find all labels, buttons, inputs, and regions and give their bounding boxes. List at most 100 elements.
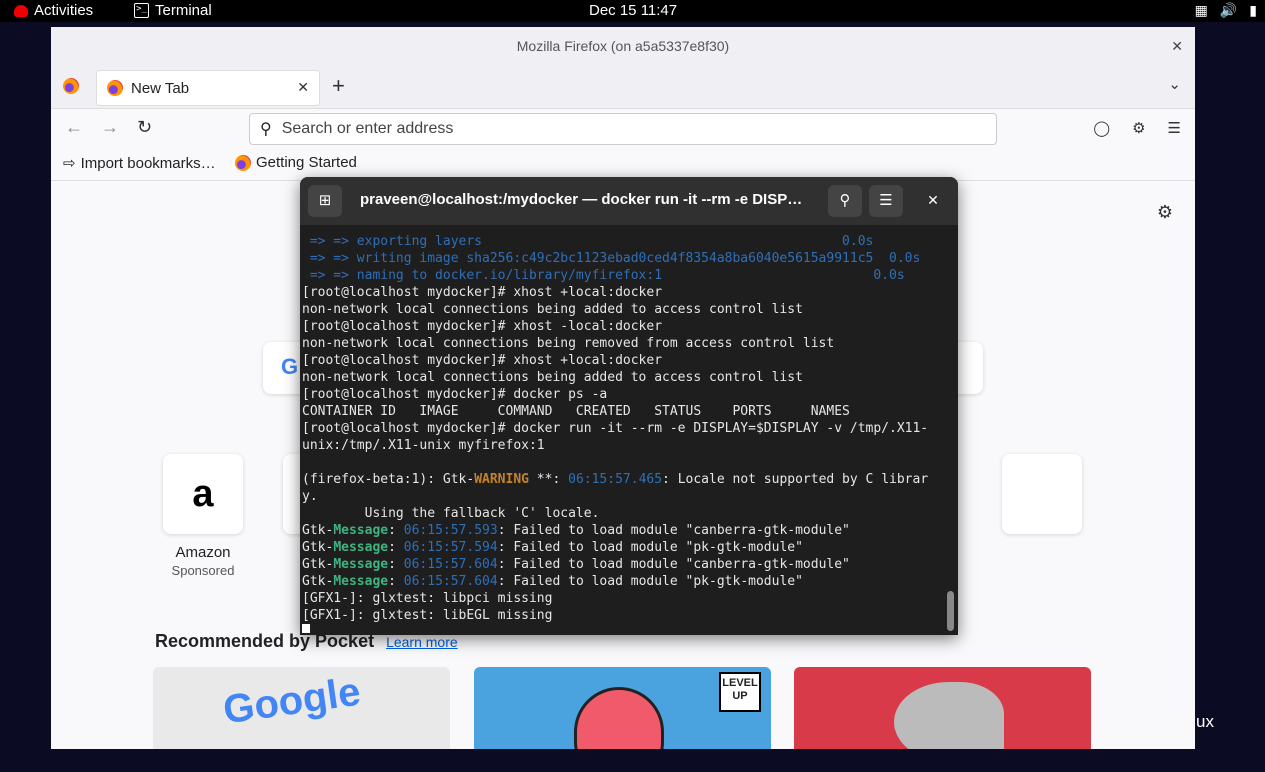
terminal-text: Gtk- [302,540,334,555]
terminal-line: (firefox-beta:1): Gtk-WARNING **: 06:15:… [302,471,942,488]
terminal-text: : Failed to load module "pk-gtk-module" [497,540,803,555]
terminal-prompt-line [302,624,942,633]
terminal-window[interactable]: ⊞ praveen@localhost:/mydocker — docker r… [300,177,958,635]
terminal-text: => => naming to docker.io/library/myfire… [302,268,905,283]
shortcut-name: Amazon [175,544,231,561]
terminal-text: : Failed to load module "canberra-gtk-mo… [497,523,850,538]
scrollbar[interactable] [947,591,954,631]
terminal-text: 06:15:57.594 [403,540,498,555]
terminal-text: [root@localhost mydocker]# docker run -i… [302,421,929,436]
desktop-text: ux [1196,712,1214,731]
back-icon[interactable]: ← [65,117,83,138]
terminal-text: : [388,574,404,589]
terminal-text: [root@localhost mydocker]# docker ps -a [302,387,608,402]
terminal-text: : Failed to load module "canberra-gtk-mo… [497,557,850,572]
gear-icon[interactable]: ⚙ [1157,202,1173,223]
terminal-headerbar: ⊞ praveen@localhost:/mydocker — docker r… [300,177,958,225]
text-cursor [302,624,310,633]
url-bar[interactable]: ⚲ [249,113,997,145]
terminal-output[interactable]: => => exporting layers 0.0s => => writin… [302,233,942,633]
terminal-text: : Failed to load module "pk-gtk-module" [497,574,803,589]
terminal-text: Using the fallback 'C' locale. [302,506,600,521]
terminal-line: unix:/tmp/.X11-unix myfirefox:1 [302,437,942,454]
terminal-icon: >_ [134,3,149,18]
terminal-line: [root@localhost mydocker]# xhost +local:… [302,284,942,301]
terminal-line: Gtk-Message: 06:15:57.604: Failed to loa… [302,556,942,573]
terminal-text: (firefox-beta:1): Gtk- [302,472,475,487]
terminal-text: 06:15:57.593 [403,523,498,538]
new-tab-plus-icon[interactable]: + [332,73,345,99]
firefox-icon [107,80,123,96]
bookmark-import[interactable]: ⇨ Import bookmarks… [63,154,216,173]
terminal-text: **: [528,472,569,487]
level-up-badge: LEVEL UP [719,672,761,712]
terminal-text: 06:15:57.465 [568,472,663,487]
terminal-text: y. [302,489,318,504]
redhat-logo-icon [14,4,28,17]
shortcut-amazon[interactable]: a Amazon Sponsored [163,454,243,578]
terminal-text: : [388,557,404,572]
terminal-line: Gtk-Message: 06:15:57.604: Failed to loa… [302,573,942,590]
terminal-text: : [388,523,404,538]
terminal-line: => => writing image sha256:c49c2bc1123eb… [302,250,942,267]
learn-more-link[interactable]: Learn more [386,634,458,650]
terminal-line: Gtk-Message: 06:15:57.594: Failed to loa… [302,539,942,556]
bookmark-label: Import bookmarks… [80,154,216,172]
terminal-text: : [388,540,404,555]
terminal-text: Message [333,574,389,589]
close-icon[interactable]: ✕ [922,189,944,211]
terminal-text: Gtk- [302,574,334,589]
reload-icon[interactable]: ↻ [137,117,152,138]
volume-icon: 🔊 [1219,2,1238,18]
pocket-card[interactable] [794,667,1091,749]
amazon-icon: a [163,454,243,534]
menu-icon[interactable]: ☰ [1168,119,1181,137]
terminal-line: y. [302,488,942,505]
terminal-text: Gtk- [302,523,334,538]
tab-close-icon[interactable]: ✕ [297,79,309,96]
search-icon[interactable]: ⚲ [828,185,862,217]
card-illustration [894,682,1004,749]
extensions-icon[interactable]: ⚙ [1132,119,1145,137]
system-tray[interactable]: ▦ 🔊 ▮ [1195,2,1257,19]
terminal-text: => => exporting layers 0.0s [302,234,874,249]
terminal-line: [GFX1-]: glxtest: libEGL missing [302,607,942,624]
activities-label: Activities [34,2,94,19]
shortcut-empty[interactable] [1002,454,1082,534]
terminal-text: non-network local connections being adde… [302,302,803,317]
activities-button[interactable]: Activities [14,2,93,19]
terminal-text: WARNING [474,472,529,487]
pocket-card[interactable]: LEVEL UP [474,667,771,749]
window-title: Mozilla Firefox (on a5a5337e8f30) [516,38,730,54]
hamburger-menu-icon[interactable]: ☰ [869,185,903,217]
terminal-line: [root@localhost mydocker]# docker run -i… [302,420,942,437]
terminal-line: Gtk-Message: 06:15:57.593: Failed to loa… [302,522,942,539]
tab-new-tab[interactable]: New Tab ✕ [96,70,320,106]
terminal-title: praveen@localhost:/mydocker — docker run… [360,191,810,208]
terminal-text: non-network local connections being remo… [302,336,835,351]
terminal-line: non-network local connections being adde… [302,301,942,318]
pocket-card[interactable]: Google [153,667,450,749]
card-logo: Google [220,669,364,733]
new-tab-icon[interactable]: ⊞ [308,185,342,217]
google-icon: G [281,354,299,379]
terminal-line: [root@localhost mydocker]# docker ps -a [302,386,942,403]
chevron-down-icon[interactable]: ⌄ [1168,75,1181,93]
terminal-text: 06:15:57.604 [403,574,498,589]
window-close-icon[interactable]: ✕ [1171,27,1183,65]
app-menu[interactable]: >_ Terminal [134,2,212,19]
firefox-view-icon[interactable] [63,78,79,94]
terminal-line: [GFX1-]: glxtest: libpci missing [302,590,942,607]
terminal-text: CONTAINER ID IMAGE COMMAND CREATED STATU… [302,404,850,419]
terminal-text: Message [333,540,389,555]
terminal-text: [root@localhost mydocker]# xhost -local:… [302,319,663,334]
forward-icon[interactable]: → [101,117,119,138]
terminal-line: non-network local connections being adde… [302,369,942,386]
pocket-icon[interactable]: ◯ [1093,119,1110,137]
bookmark-getting-started[interactable]: Getting Started [235,154,357,171]
terminal-line: Using the fallback 'C' locale. [302,505,942,522]
terminal-text: [root@localhost mydocker]# xhost +local:… [302,285,663,300]
clock[interactable]: Dec 15 11:47 [589,2,677,19]
url-input[interactable] [281,120,962,138]
